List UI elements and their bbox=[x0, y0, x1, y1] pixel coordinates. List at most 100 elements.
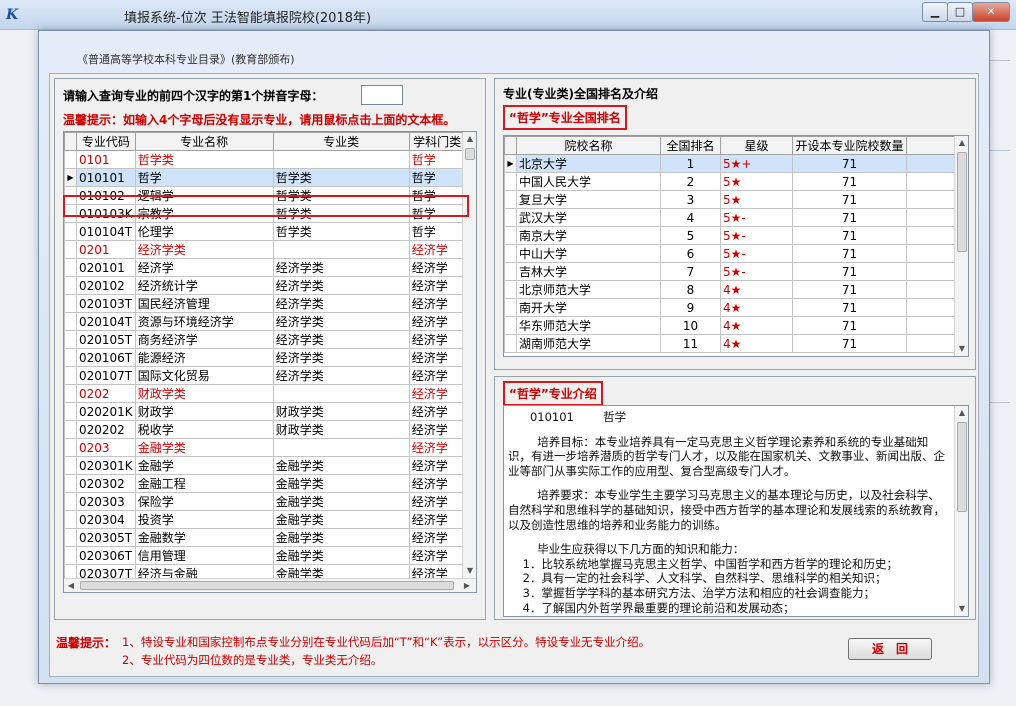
column-header-class[interactable]: 专业类 bbox=[272, 132, 410, 151]
major-row[interactable]: 020101 经济学 经济学类 经济学 bbox=[64, 258, 466, 277]
scroll-thumb[interactable] bbox=[957, 422, 967, 512]
rank-cell: 7 bbox=[660, 262, 721, 281]
major-code-cell: 020101 bbox=[76, 258, 136, 277]
minimize-button[interactable]: ▁ bbox=[922, 2, 948, 22]
major-code-cell: 020202 bbox=[76, 420, 136, 439]
major-table-hscroll[interactable]: ◀ ▶ bbox=[64, 578, 476, 592]
ranking-row[interactable]: 南京大学 5 5★- 71 bbox=[504, 226, 957, 245]
scroll-thumb[interactable] bbox=[957, 152, 967, 252]
column-header-school[interactable]: 院校名称 bbox=[516, 136, 661, 155]
major-row[interactable]: 020305T 金融数学 金融学类 经济学 bbox=[64, 528, 466, 547]
search-tip: 温馨提示：如输入4个字母后没有显示专业，请用鼠标点击上面的文本框。 bbox=[63, 113, 456, 127]
major-row[interactable]: 020306T 信用管理 金融学类 经济学 bbox=[64, 546, 466, 565]
major-class-cell: 经济学类 bbox=[272, 258, 410, 277]
ranking-row[interactable]: 吉林大学 7 5★- 71 bbox=[504, 262, 957, 281]
ranking-row[interactable]: 北京师范大学 8 4★ 71 bbox=[504, 280, 957, 299]
star-count: 5 bbox=[723, 192, 731, 207]
maximize-button[interactable]: □ bbox=[947, 2, 973, 22]
scroll-up-icon[interactable]: ▲ bbox=[463, 132, 476, 146]
row-indicator-icon bbox=[64, 456, 77, 475]
row-indicator-icon bbox=[64, 150, 77, 169]
column-header-name[interactable]: 专业名称 bbox=[134, 132, 274, 151]
major-row[interactable]: 020302 金融工程 金融学类 经济学 bbox=[64, 474, 466, 493]
row-indicator-icon bbox=[64, 276, 77, 295]
major-row[interactable]: 0202 财政学类 经济学 bbox=[64, 384, 466, 403]
scroll-thumb[interactable] bbox=[465, 148, 475, 160]
major-name-cell: 经济学 bbox=[134, 258, 274, 277]
major-row[interactable]: 0101 哲学类 哲学 bbox=[64, 150, 466, 169]
blank-cell bbox=[906, 226, 957, 245]
ranking-row[interactable]: 南开大学 9 4★ 71 bbox=[504, 298, 957, 317]
star-icon: ★- bbox=[730, 264, 746, 279]
star-count: 5 bbox=[723, 156, 731, 171]
scroll-up-icon[interactable]: ▲ bbox=[955, 136, 968, 150]
major-row[interactable]: 0203 金融学类 经济学 bbox=[64, 438, 466, 457]
major-row[interactable]: ▶ 010101 哲学 哲学类 哲学 bbox=[64, 168, 466, 187]
major-row[interactable]: 020301K 金融学 金融学类 经济学 bbox=[64, 456, 466, 475]
scroll-down-icon[interactable]: ▼ bbox=[955, 602, 968, 616]
back-button[interactable]: 返回 bbox=[848, 638, 932, 660]
major-row[interactable]: 010103K 宗教学 哲学类 哲学 bbox=[64, 204, 466, 223]
major-field-cell: 经济学 bbox=[408, 528, 466, 547]
major-field-cell: 经济学 bbox=[408, 546, 466, 565]
intro-vscroll[interactable]: ▲ ▼ bbox=[954, 406, 968, 616]
column-header-field[interactable]: 学科门类 bbox=[408, 132, 466, 151]
pinyin-search-input[interactable] bbox=[361, 85, 403, 105]
ranking-table-vscroll[interactable]: ▲ ▼ bbox=[954, 136, 968, 356]
major-table[interactable]: 专业代码 专业名称 专业类 学科门类 0101 哲学类 哲学 ▶ 010101 哲学 哲学类… bbox=[63, 131, 477, 593]
major-field-cell: 经济学 bbox=[408, 474, 466, 493]
ranking-table[interactable]: 院校名称 全国排名 星级 开设本专业院校数量 ▶ 北京大学 1 5★+ 71 中国人民大学… bbox=[503, 135, 969, 357]
school-count-cell: 71 bbox=[792, 262, 907, 281]
ranking-row[interactable]: 中国人民大学 2 5★ 71 bbox=[504, 172, 957, 191]
column-header-count[interactable]: 开设本专业院校数量 bbox=[792, 136, 907, 155]
scroll-right-icon[interactable]: ▶ bbox=[460, 579, 474, 592]
intro-point: 1．比较系统地掌握马克思主义哲学、中国哲学和西方哲学的理论和历史； bbox=[508, 556, 898, 571]
ranking-row[interactable]: 武汉大学 4 5★- 71 bbox=[504, 208, 957, 227]
scroll-left-icon[interactable]: ◀ bbox=[64, 579, 78, 592]
major-name-cell: 能源经济 bbox=[134, 348, 274, 367]
scroll-down-icon[interactable]: ▼ bbox=[463, 564, 476, 578]
major-row[interactable]: 020303 保险学 金融学类 经济学 bbox=[64, 492, 466, 511]
ranking-row[interactable]: ▶ 北京大学 1 5★+ 71 bbox=[504, 154, 957, 173]
ranking-row[interactable]: 中山大学 6 5★- 71 bbox=[504, 244, 957, 263]
intro-textbox[interactable]: 010101 哲学 培养目标：本专业培养具有一定马克思主义哲学理论素养和系统的专… bbox=[503, 405, 969, 617]
hscroll-thumb[interactable] bbox=[80, 581, 454, 590]
column-header-stars[interactable]: 星级 bbox=[720, 136, 793, 155]
major-name-cell: 哲学 bbox=[134, 168, 274, 187]
major-row[interactable]: 020304 投资学 金融学类 经济学 bbox=[64, 510, 466, 529]
major-class-cell: 财政学类 bbox=[272, 420, 410, 439]
ranking-row[interactable]: 华东师范大学 10 4★ 71 bbox=[504, 316, 957, 335]
major-row[interactable]: 020105T 商务经济学 经济学类 经济学 bbox=[64, 330, 466, 349]
blank-cell bbox=[906, 298, 957, 317]
major-row[interactable]: 020103T 国民经济管理 经济学类 经济学 bbox=[64, 294, 466, 313]
major-row[interactable]: 020104T 资源与环境经济学 经济学类 经济学 bbox=[64, 312, 466, 331]
row-indicator-icon bbox=[64, 312, 77, 331]
major-row[interactable]: 010102 逻辑学 哲学类 哲学 bbox=[64, 186, 466, 205]
major-code-cell: 010103K bbox=[76, 204, 136, 223]
major-field-cell: 哲学 bbox=[408, 150, 466, 169]
scroll-up-icon[interactable]: ▲ bbox=[955, 406, 968, 420]
intro-point: 2．具有一定的社会科学、人文科学、自然科学、思维科学的相关知识； bbox=[508, 571, 887, 586]
major-row[interactable]: 020106T 能源经济 经济学类 经济学 bbox=[64, 348, 466, 367]
column-header-code[interactable]: 专业代码 bbox=[76, 132, 136, 151]
star-count: 5 bbox=[723, 246, 731, 261]
row-indicator-icon bbox=[64, 240, 77, 259]
ranking-row[interactable]: 湖南师范大学 11 4★ 71 bbox=[504, 334, 957, 353]
ranking-row[interactable]: 复旦大学 3 5★ 71 bbox=[504, 190, 957, 209]
column-header-rank[interactable]: 全国排名 bbox=[660, 136, 721, 155]
major-row[interactable]: 020107T 国际文化贸易 经济学类 经济学 bbox=[64, 366, 466, 385]
row-indicator-icon bbox=[64, 366, 77, 385]
major-row[interactable]: 020102 经济统计学 经济学类 经济学 bbox=[64, 276, 466, 295]
major-row[interactable]: 020202 税收学 财政学类 经济学 bbox=[64, 420, 466, 439]
close-button[interactable]: ✕ bbox=[972, 2, 1010, 22]
major-row[interactable]: 020201K 财政学 财政学类 经济学 bbox=[64, 402, 466, 421]
major-field-cell: 经济学 bbox=[408, 510, 466, 529]
major-row[interactable]: 0201 经济学类 经济学 bbox=[64, 240, 466, 259]
intro-panel: “哲学”专业介绍 010101 哲学 培养目标：本专业培养具有一定马克思主义哲学… bbox=[494, 376, 976, 620]
major-table-vscroll[interactable]: ▲ ▼ bbox=[462, 132, 476, 578]
star-rating-cell: 5★- bbox=[720, 262, 793, 281]
major-row[interactable]: 010104T 伦理学 哲学类 哲学 bbox=[64, 222, 466, 241]
rank-cell: 5 bbox=[660, 226, 721, 245]
major-name-cell: 宗教学 bbox=[134, 204, 274, 223]
scroll-down-icon[interactable]: ▼ bbox=[955, 342, 968, 356]
